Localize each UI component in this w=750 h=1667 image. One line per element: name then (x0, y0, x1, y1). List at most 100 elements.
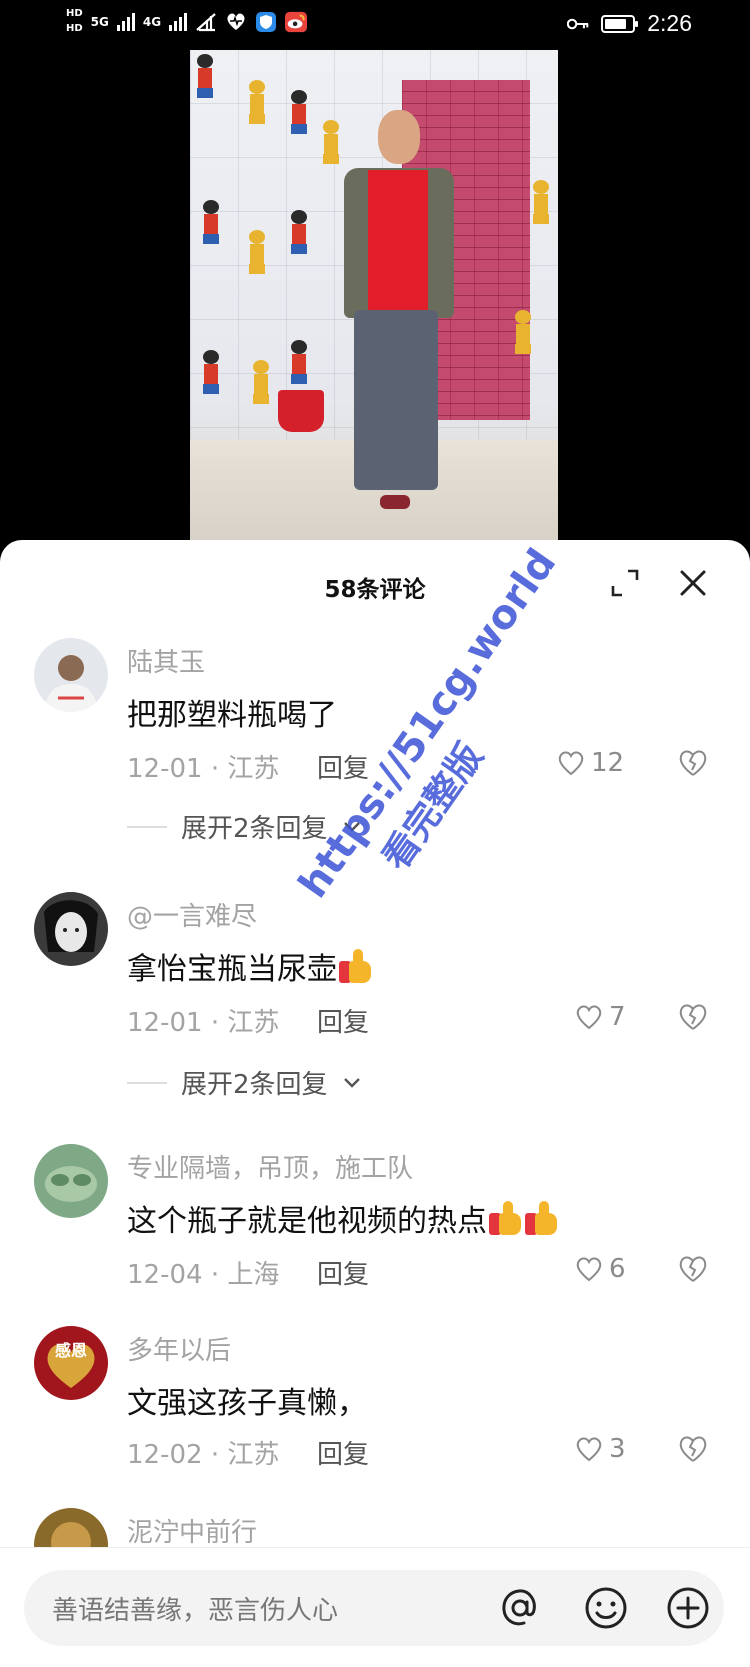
comment-username[interactable]: 陆其玉 (127, 642, 205, 679)
status-right: 2:26 (567, 10, 692, 37)
like-button[interactable]: 3 (575, 1434, 626, 1464)
expand-replies-label: 展开2条回复 (181, 814, 328, 844)
comment-username[interactable]: @一言难尽 (127, 896, 257, 933)
comment-item: 感恩 多年以后 文强这孩子真懒， 12-02 · 江苏 回复 3 (0, 1326, 750, 1476)
comment-item: 陆其玉 把那塑料瓶喝了 12-01 · 江苏 回复 12 展开2条回复 (0, 638, 750, 844)
reply-button[interactable]: 回复 (317, 1434, 369, 1471)
like-button[interactable]: 6 (575, 1254, 626, 1284)
comment-input-placeholder: 善语结善缘，恶言伤人心 (52, 1596, 339, 1626)
heart-outline-icon (576, 1005, 602, 1030)
comment-date-location: 12-04 · 上海 (127, 1260, 280, 1290)
comment-item: @一言难尽 拿怡宝瓶当尿壶 12-01 · 江苏 回复 7 展开2条回复 (0, 892, 750, 1100)
comment-text-body: 这个瓶子就是他视频的热点 (127, 1204, 487, 1239)
expand-replies-button[interactable]: 展开2条回复 (127, 808, 362, 845)
cartoon-sticker (246, 80, 268, 124)
comment-text: 文强这孩子真懒， (127, 1386, 367, 1421)
reply-button[interactable]: 回复 (317, 1002, 369, 1039)
like-button[interactable]: 12 (557, 748, 624, 778)
cartoon-sticker (288, 340, 310, 384)
red-bucket (278, 390, 324, 432)
network-4g-label: 4G (142, 14, 162, 29)
walking-man (340, 110, 460, 520)
video-frame[interactable] (190, 50, 558, 550)
broken-heart-icon[interactable] (677, 748, 709, 778)
reply-button[interactable]: 回复 (317, 748, 369, 785)
like-count: 7 (609, 1002, 626, 1032)
comment-text: 这个瓶子就是他视频的热点 (127, 1196, 559, 1240)
thumbs-up-emoji-icon (489, 1201, 523, 1237)
add-plus-icon[interactable] (664, 1584, 712, 1632)
cartoon-sticker (530, 180, 552, 224)
cartoon-sticker (288, 90, 310, 134)
comment-date-location: 12-01 · 江苏 (127, 1008, 280, 1038)
avatar[interactable] (34, 638, 108, 712)
status-time: 2:26 (647, 10, 692, 36)
hd-indicators: HD HD (66, 8, 83, 35)
emoji-smiley-icon[interactable] (582, 1584, 630, 1632)
comment-date-location: 12-02 · 江苏 (127, 1440, 280, 1470)
comment-sheet: 58条评论 陆其玉 把那塑料瓶喝了 12-01 · 江苏 回复 12 展开2条回… (0, 540, 750, 1667)
fullscreen-expand-icon[interactable] (610, 568, 640, 598)
network-5g-label: 5G (90, 14, 109, 29)
comment-username[interactable]: 多年以后 (127, 1330, 231, 1367)
battery-icon (601, 14, 639, 33)
thumbs-up-emoji-icon (525, 1201, 559, 1237)
weibo-icon (285, 11, 308, 33)
mention-at-icon[interactable] (496, 1584, 544, 1632)
avatar[interactable] (34, 1144, 108, 1218)
hd-indicator-1: HD (66, 8, 83, 19)
comment-text: 拿怡宝瓶当尿壶 (127, 944, 373, 988)
divider-line (127, 1081, 167, 1084)
comment-date-location: 12-01 · 江苏 (127, 754, 280, 784)
security-shield-icon (255, 11, 277, 33)
like-count: 12 (591, 748, 625, 778)
cartoon-sticker (246, 230, 268, 274)
like-button[interactable]: 7 (575, 1002, 626, 1032)
cartoon-sticker (512, 310, 534, 354)
comment-text-body: 拿怡宝瓶当尿壶 (127, 952, 337, 987)
comment-username[interactable]: 泥泞中前行 (127, 1512, 257, 1549)
heart-outline-icon (576, 1437, 602, 1462)
cartoon-sticker (288, 210, 310, 254)
broken-heart-icon[interactable] (677, 1002, 709, 1032)
man-head (378, 110, 420, 164)
status-left: HD HD 5G 4G (66, 8, 308, 35)
broken-heart-icon[interactable] (677, 1434, 709, 1464)
comment-username[interactable]: 专业隔墙，吊顶，施工队 (127, 1148, 413, 1185)
video-area[interactable] (0, 50, 750, 550)
avatar[interactable] (34, 892, 108, 966)
signal-bars-icon (116, 12, 135, 31)
hd-indicator-2: HD (66, 23, 83, 34)
comment-input[interactable]: 善语结善缘，恶言伤人心 (24, 1570, 724, 1646)
cartoon-sticker (250, 360, 272, 404)
expand-replies-label: 展开2条回复 (181, 1070, 328, 1100)
thumbs-up-emoji-icon (339, 949, 373, 985)
battery-fill (605, 18, 627, 29)
key-icon (567, 13, 589, 35)
divider-line (127, 825, 167, 828)
cartoon-sticker (200, 200, 222, 244)
signal-bars-icon-2 (169, 12, 188, 31)
man-slipper (380, 495, 410, 509)
heart-outline-icon (558, 751, 584, 776)
avatar[interactable]: 感恩 (34, 1326, 108, 1400)
comment-item: 专业隔墙，吊顶，施工队 这个瓶子就是他视频的热点 12-04 · 上海 回复 6 (0, 1144, 750, 1294)
broken-heart-icon[interactable] (677, 1254, 709, 1284)
close-icon[interactable] (676, 566, 710, 600)
comment-text: 把那塑料瓶喝了 (127, 698, 337, 733)
chevron-down-icon (343, 821, 360, 832)
cartoon-sticker (194, 54, 216, 98)
heart-health-icon (225, 11, 247, 33)
heart-outline-icon (576, 1257, 602, 1282)
like-count: 3 (609, 1434, 626, 1464)
chevron-down-icon (343, 1077, 360, 1088)
man-red-shirt (368, 170, 428, 310)
wifi-off-icon (195, 11, 217, 33)
avatar-gan-en-text: 感恩 (55, 1341, 87, 1360)
reply-button[interactable]: 回复 (317, 1254, 369, 1291)
status-bar: HD HD 5G 4G 2:26 (0, 0, 750, 50)
like-count: 6 (609, 1254, 626, 1284)
cartoon-sticker (200, 350, 222, 394)
cartoon-sticker (320, 120, 342, 164)
expand-replies-button[interactable]: 展开2条回复 (127, 1064, 362, 1101)
